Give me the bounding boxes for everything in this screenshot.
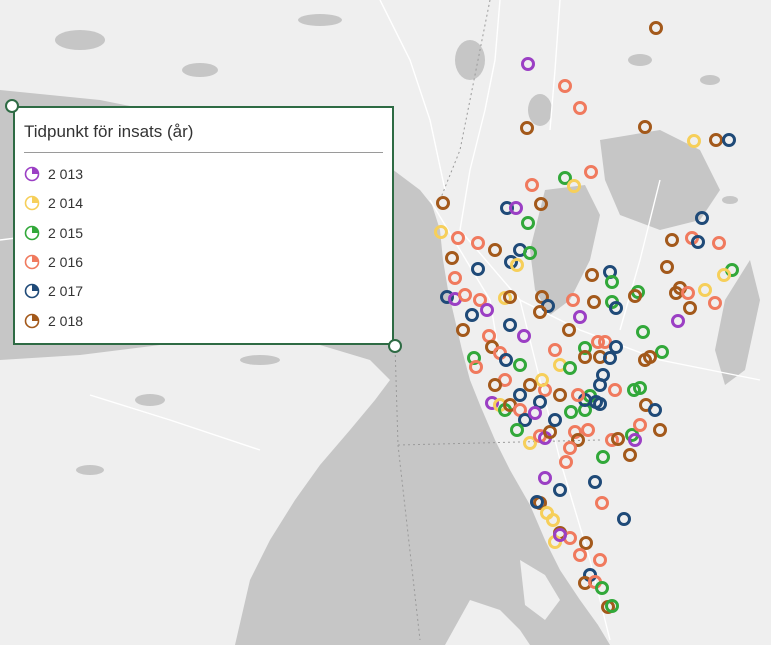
legend-panel[interactable]: Tidpunkt för insats (år) 2 013 2 014 2 0…	[13, 106, 394, 345]
pie-icon	[24, 313, 40, 329]
resize-handle-top-left[interactable]	[5, 99, 19, 113]
resize-handle-bottom-right[interactable]	[388, 339, 402, 353]
legend-label: 2 014	[48, 195, 84, 211]
legend-divider	[24, 152, 383, 153]
pie-icon	[24, 254, 40, 270]
legend-item-2014[interactable]: 2 014	[24, 191, 83, 215]
pie-icon	[24, 195, 40, 211]
legend-label: 2 015	[48, 225, 84, 241]
legend-item-2015[interactable]: 2 015	[24, 221, 83, 245]
legend-label: 2 016	[48, 254, 84, 270]
legend-label: 2 018	[48, 313, 84, 329]
legend-label: 2 013	[48, 166, 84, 182]
pie-icon	[24, 283, 40, 299]
legend-item-2016[interactable]: 2 016	[24, 250, 83, 274]
pie-icon	[24, 166, 40, 182]
pie-icon	[24, 225, 40, 241]
legend-label: 2 017	[48, 283, 84, 299]
legend-item-2013[interactable]: 2 013	[24, 162, 83, 186]
legend-title: Tidpunkt för insats (år)	[24, 122, 194, 141]
legend-item-2018[interactable]: 2 018	[24, 309, 83, 333]
legend-item-2017[interactable]: 2 017	[24, 279, 83, 303]
